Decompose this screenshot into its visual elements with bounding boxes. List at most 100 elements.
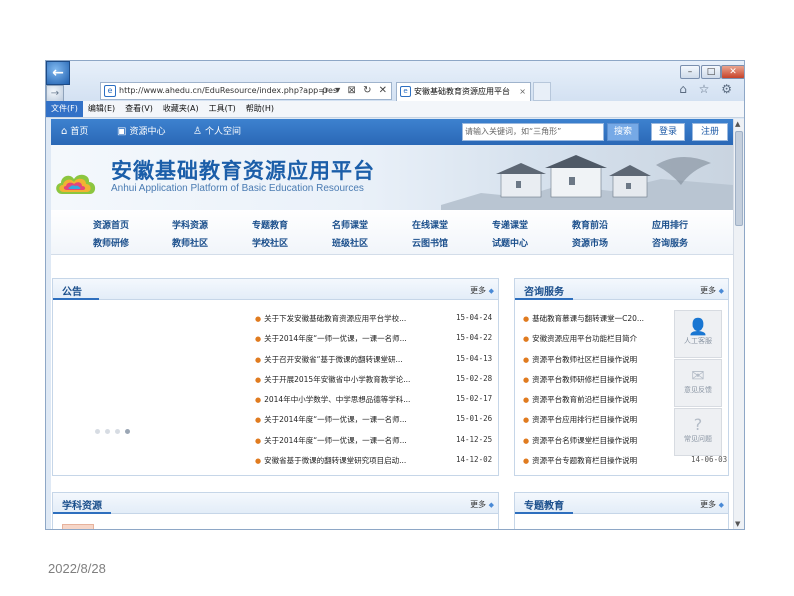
address-bar[interactable]: e http://www.ahedu.cn/EduResource/index.p… [100,82,392,100]
minimize-button[interactable]: – [680,65,700,79]
bullet-icon: ● [523,437,530,445]
menu-file[interactable]: 文件(F) [46,101,83,117]
channel-delivery-class[interactable]: 专递课堂 [480,218,540,231]
nav-resource-label: 资源中心 [129,127,166,137]
consult-more-label: 更多 [700,286,717,295]
notice-item-text: 安徽省基于微课的翻转课堂研究项目启动... [264,456,407,465]
consult-item[interactable]: ● 安徽资源应用平台功能栏目简介 [523,333,637,344]
float-feedback[interactable]: ✉ 意见反馈 [674,359,722,407]
nav-personal-space[interactable]: ♙ 个人空间 [193,119,241,145]
consult-item-text: 安徽资源应用平台功能栏目简介 [532,334,638,343]
consult-item[interactable]: ● 资源平台教育前沿栏目操作说明 [523,394,637,405]
notice-item-date: 15-02-17 [456,394,493,403]
notice-item[interactable]: ● 安徽省基于微课的翻转课堂研究项目启动... [255,455,406,466]
address-url[interactable]: http://www.ahedu.cn/EduResource/index.ph… [119,83,337,99]
consult-item[interactable]: ● 资源平台教师社区栏目操作说明 [523,354,637,365]
slider-dot-active[interactable] [125,429,130,434]
notice-item[interactable]: ● 2014年中小学数学、中学思想品德等学科... [255,394,410,405]
new-tab-button[interactable] [533,82,551,101]
close-window-button[interactable]: ✕ [721,65,744,79]
channel-class-community[interactable]: 班级社区 [320,236,380,249]
menu-edit[interactable]: 编辑(E) [83,101,120,117]
person-icon: 👤 [688,317,708,336]
float-faq-label: 常见问题 [684,435,712,443]
float-faq[interactable]: ? 常见问题 [674,408,722,456]
channel-app-ranking[interactable]: 应用排行 [640,218,700,231]
bullet-icon: ● [255,315,262,323]
consult-item-text: 资源平台教师研修栏目操作说明 [532,375,638,384]
notice-item[interactable]: ● 关于2014年度“一师一优课，一课一名师... [255,414,407,425]
channel-famous-teacher[interactable]: 名师课堂 [320,218,380,231]
scroll-up-icon[interactable]: ▲ [735,120,740,128]
notice-item[interactable]: ● 关于2014年度“一师一优课，一课一名师... [255,435,407,446]
channel-resource-market[interactable]: 资源市场 [560,236,620,249]
notice-item-date: 15-04-13 [456,354,493,363]
consult-item[interactable]: ● 资源平台应用排行栏目操作说明 [523,414,637,425]
channel-school-community[interactable]: 学校社区 [240,236,300,249]
menu-view[interactable]: 查看(V) [120,101,158,117]
notice-item-text: 关于召开安徽省“基于微课的翻转课堂研... [264,355,403,364]
browser-tab[interactable]: e 安徽基础教育资源应用平台 × [396,82,531,101]
float-customer-service[interactable]: 👤 人工客服 [674,310,722,358]
scroll-down-icon[interactable]: ▼ [735,520,740,528]
subject-more-link[interactable]: 更多 ◆ [470,499,494,510]
scrollbar-thumb[interactable] [735,131,743,226]
nav-home[interactable]: ⌂ 首页 [61,119,88,145]
search-input[interactable]: 请输入关键词，如“三角形” [462,123,604,141]
login-button[interactable]: 登录 [651,123,685,141]
consult-more-link[interactable]: 更多 ◆ [700,285,724,296]
nav-personal-label: 个人空间 [204,127,241,137]
back-arrow-icon[interactable]: ← [46,61,70,85]
channel-cloud-library[interactable]: 云图书馆 [400,236,460,249]
consult-item[interactable]: ● 基础教育慕课与翻转课堂一C20... [523,313,644,324]
menu-tools[interactable]: 工具(T) [204,101,241,117]
more-arrow-icon: ◆ [488,501,494,509]
channel-resource-home[interactable]: 资源首页 [81,218,141,231]
notice-item-text: 关于2014年度“一师一优课，一课一名师... [264,436,407,445]
bullet-icon: ● [523,457,530,465]
address-tools-icons[interactable]: ρ ▾ ⊠ ↻ ✕ [322,83,389,99]
maximize-button[interactable]: □ [701,65,721,79]
channel-education-frontier[interactable]: 教育前沿 [560,218,620,231]
tab-ie-icon: e [400,86,411,97]
bullet-icon: ● [255,396,262,404]
tab-close-icon[interactable]: × [519,83,526,101]
topic-more-link[interactable]: 更多 ◆ [700,499,724,510]
bullet-icon: ● [523,356,530,364]
consult-item[interactable]: ● 资源平台教师研修栏目操作说明 [523,374,637,385]
nav-resource-center[interactable]: ▣ 资源中心 [117,119,165,145]
menu-favorites[interactable]: 收藏夹(A) [158,101,204,117]
vertical-scrollbar[interactable]: ▲ ▼ [733,119,744,529]
float-feedback-label: 意见反馈 [684,386,712,394]
consult-item[interactable]: ● 资源平台专题教育栏目操作说明 [523,455,637,466]
notice-more-link[interactable]: 更多 ◆ [470,285,494,296]
subject-title-underline [53,512,111,514]
subject-panel-header: 学科资源 更多 ◆ [53,493,498,514]
search-button[interactable]: 搜索 [607,123,639,141]
home-favorites-settings-icons[interactable]: ⌂ ☆ ⚙ [679,82,736,96]
feedback-icon: ✉ [691,366,705,385]
browser-window: – □ ✕ ← → e http://www.ahedu.cn/EduResour… [45,60,745,530]
channel-test-center[interactable]: 试题中心 [480,236,540,249]
channel-topic-education[interactable]: 专题教育 [240,218,300,231]
notice-item[interactable]: ● 关于2014年度“一师一优课，一课一名师... [255,333,407,344]
bullet-icon: ● [523,315,530,323]
channel-online-class[interactable]: 在线课堂 [400,218,460,231]
channel-consult-service[interactable]: 咨询服务 [640,236,700,249]
subject-tab-thumbnail[interactable] [62,524,94,529]
notice-item[interactable]: ● 关于召开安徽省“基于微课的翻转课堂研... [255,354,403,365]
notice-item[interactable]: ● 关于开展2015年安徽省中小学教育教学论... [255,374,410,385]
bullet-icon: ● [523,335,530,343]
notice-item[interactable]: ● 关于下发安徽基础教育资源应用平台学校... [255,313,406,324]
channel-subject-resources[interactable]: 学科资源 [160,218,220,231]
slider-dot[interactable] [115,429,120,434]
consult-item[interactable]: ● 资源平台名师课堂栏目操作说明 [523,435,637,446]
channel-teacher-training[interactable]: 教师研修 [81,236,141,249]
channel-teacher-community[interactable]: 教师社区 [160,236,220,249]
slider-dot[interactable] [95,429,100,434]
menu-help[interactable]: 帮助(H) [241,101,279,117]
notice-panel-header: 公告 更多 ◆ [53,279,498,300]
slider-dot[interactable] [105,429,110,434]
register-button[interactable]: 注册 [692,123,728,141]
channel-menu: 资源首页 学科资源 专题教育 名师课堂 在线课堂 专递课堂 教育前沿 应用排行 … [51,210,733,255]
